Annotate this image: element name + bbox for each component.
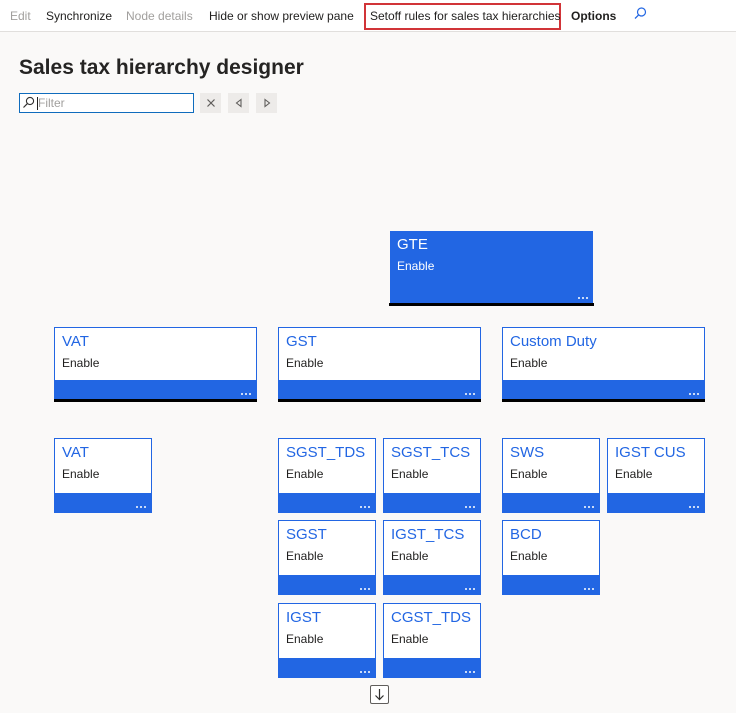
hierarchy-node-sgst-tds[interactable]: SGST_TDS Enable [278,438,376,513]
action-pane: Edit Synchronize Node details Hide or sh… [0,0,736,32]
node-status: Enable [510,356,548,370]
node-status: Enable [62,467,100,481]
node-footer [279,575,375,594]
node-status: Enable [391,632,429,646]
hierarchy-node-sgst-tcs[interactable]: SGST_TCS Enable [383,438,481,513]
arrow-down-icon [375,689,384,701]
node-status: Enable [391,549,429,563]
close-icon [206,99,215,107]
more-icon[interactable] [240,392,252,396]
more-icon[interactable] [688,392,700,396]
node-status: Enable [397,259,435,273]
more-icon[interactable] [464,670,476,674]
node-footer [384,493,480,512]
more-icon[interactable] [464,587,476,591]
node-footer [279,380,480,399]
node-footer [503,380,704,399]
hierarchy-node-igst-tcs[interactable]: IGST_TCS Enable [383,520,481,595]
previous-icon [235,98,242,108]
hierarchy-node-igst-cus[interactable]: IGST CUS Enable [607,438,705,513]
hierarchy-node-sgst[interactable]: SGST Enable [278,520,376,595]
hierarchy-node-sws[interactable]: SWS Enable [502,438,600,513]
node-footer [55,493,151,512]
hide-show-preview-button[interactable]: Hide or show preview pane [209,9,354,23]
edit-button[interactable]: Edit [10,9,31,23]
more-icon[interactable] [464,505,476,509]
node-name: GST [286,333,317,350]
node-footer [279,493,375,512]
options-button[interactable]: Options [571,9,616,23]
hierarchy-node-custom-duty[interactable]: Custom Duty Enable [502,327,705,402]
node-status: Enable [286,549,324,563]
page-title: Sales tax hierarchy designer [19,56,304,79]
node-status: Enable [62,356,100,370]
setoff-rules-button[interactable]: Setoff rules for sales tax hierarchies [370,9,561,23]
more-icon[interactable] [577,296,589,300]
node-underline [389,303,594,306]
node-footer [384,575,480,594]
node-footer [503,493,599,512]
node-name: CGST_TDS [391,609,472,626]
search-icon[interactable] [632,6,648,22]
node-name: SWS [510,444,545,461]
more-icon[interactable] [688,505,700,509]
node-name: GTE [397,236,428,253]
hierarchy-node-gte[interactable]: GTE Enable [389,231,594,306]
node-name: SGST [286,526,327,543]
node-underline [502,399,705,402]
node-name: IGST [286,609,322,626]
node-name: VAT [62,333,89,350]
node-footer [384,658,480,677]
node-footer [279,658,375,677]
scroll-down-button[interactable] [370,685,389,704]
node-name: IGST CUS [615,444,686,461]
hierarchy-node-vat[interactable]: VAT Enable [54,327,257,402]
node-name: SGST_TCS [391,444,471,461]
node-status: Enable [286,467,324,481]
more-icon[interactable] [464,392,476,396]
node-status: Enable [391,467,429,481]
more-icon[interactable] [583,587,595,591]
more-icon[interactable] [135,505,147,509]
node-underline [54,399,257,402]
node-status: Enable [615,467,653,481]
node-footer [503,575,599,594]
more-icon[interactable] [359,670,371,674]
node-status: Enable [286,356,324,370]
node-name: VAT [62,444,89,461]
hierarchy-node-igst[interactable]: IGST Enable [278,603,376,678]
filter-input[interactable] [38,95,188,111]
clear-filter-button[interactable] [200,93,221,113]
next-match-button[interactable] [256,93,277,113]
node-name: Custom Duty [510,333,597,350]
filter-field[interactable] [19,93,194,113]
node-name: BCD [510,526,542,543]
node-status: Enable [510,467,548,481]
node-footer [55,380,256,399]
hierarchy-node-gst[interactable]: GST Enable [278,327,481,402]
node-status: Enable [286,632,324,646]
search-icon [23,96,35,108]
previous-match-button[interactable] [228,93,249,113]
hierarchy-node-vat-child[interactable]: VAT Enable [54,438,152,513]
more-icon[interactable] [359,505,371,509]
node-name: IGST_TCS [391,526,465,543]
node-name: SGST_TDS [286,444,366,461]
next-icon [263,98,270,108]
synchronize-button[interactable]: Synchronize [46,9,112,23]
node-footer [608,493,704,512]
hierarchy-node-cgst-tds[interactable]: CGST_TDS Enable [383,603,481,678]
node-status: Enable [510,549,548,563]
more-icon[interactable] [359,587,371,591]
hierarchy-node-bcd[interactable]: BCD Enable [502,520,600,595]
node-underline [278,399,481,402]
more-icon[interactable] [583,505,595,509]
node-details-button[interactable]: Node details [126,9,193,23]
